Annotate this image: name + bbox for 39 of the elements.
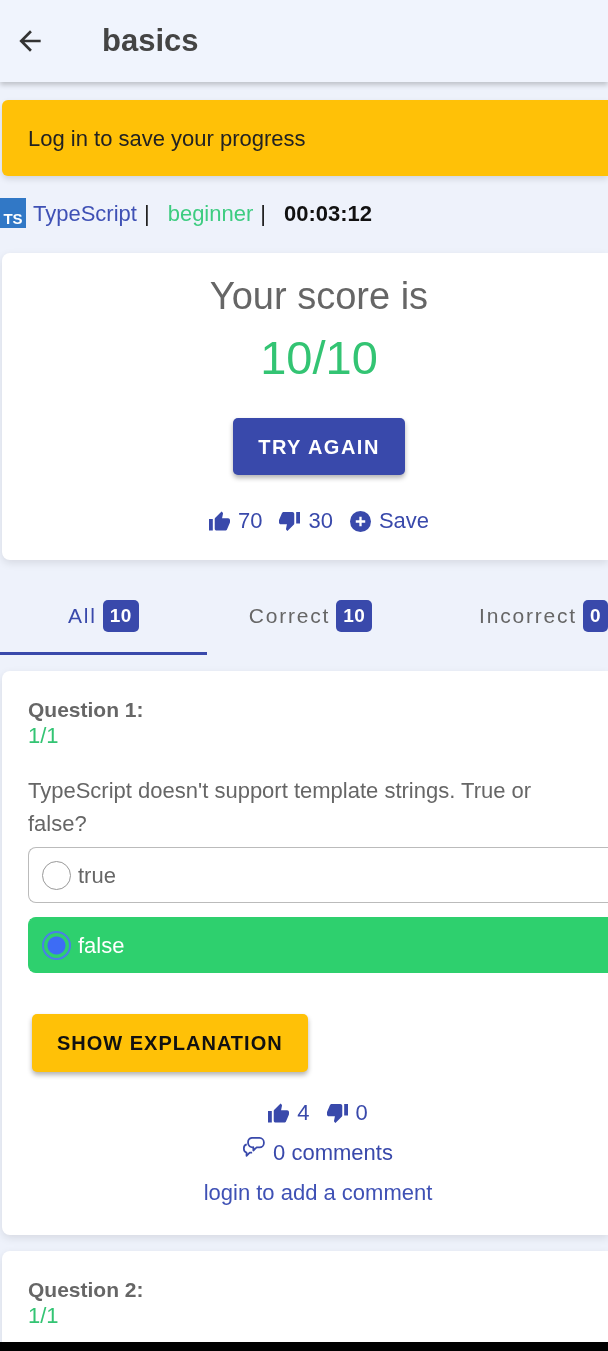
- try-again-button[interactable]: TRY AGAIN: [233, 418, 405, 475]
- question-text: TypeScript doesn't support template strings. True or false?: [28, 777, 533, 838]
- thumbs-down-icon: [326, 1102, 348, 1124]
- dislike-button[interactable]: 0: [326, 1100, 368, 1126]
- score-value: 10/10: [259, 332, 379, 384]
- plus-circle-icon: [349, 510, 371, 532]
- question-title: Question 1:: [28, 697, 145, 723]
- answer-option[interactable]: true: [28, 847, 608, 903]
- count-badge: 0: [582, 600, 608, 632]
- chat-bubbles-icon: [243, 1136, 266, 1158]
- radio-button[interactable]: [42, 930, 71, 960]
- question-title: Question 2:: [28, 1277, 145, 1303]
- question-points: 1/1: [28, 1303, 60, 1329]
- show-explanation-button[interactable]: SHOW EXPLANATION: [32, 1014, 308, 1072]
- question-points: 1/1: [28, 723, 60, 749]
- radio-button[interactable]: [42, 860, 71, 890]
- comments-link[interactable]: 0 comments: [243, 1136, 393, 1169]
- page-title: basics: [102, 22, 199, 60]
- filter-tab[interactable]: Correct 10: [207, 580, 414, 655]
- count-badge: 10: [102, 600, 139, 632]
- level-label: beginner: [167, 199, 254, 228]
- login-alert: Log in to save your progress: [2, 100, 608, 176]
- count-badge: 10: [336, 600, 373, 632]
- language-link[interactable]: TypeScript: [33, 196, 137, 230]
- separator-text: |: [260, 199, 266, 228]
- thumbs-up-icon: [268, 1102, 290, 1124]
- score-heading: Your score is: [208, 276, 430, 316]
- save-button[interactable]: Save: [349, 508, 430, 534]
- filter-tab[interactable]: All 10: [0, 580, 207, 655]
- dislike-button[interactable]: 30: [279, 508, 333, 534]
- thumbs-up-icon: [208, 510, 230, 532]
- like-button[interactable]: 4: [268, 1100, 310, 1126]
- like-button[interactable]: 70: [208, 508, 263, 534]
- filter-tab[interactable]: Incorrect 0: [414, 580, 608, 655]
- separator-text: |: [143, 199, 150, 228]
- timer-text: 00:03:12: [284, 199, 373, 228]
- ts-logo: TS: [0, 198, 26, 228]
- thumbs-down-icon: [279, 510, 301, 532]
- login-link[interactable]: login to add a comment: [203, 1180, 433, 1206]
